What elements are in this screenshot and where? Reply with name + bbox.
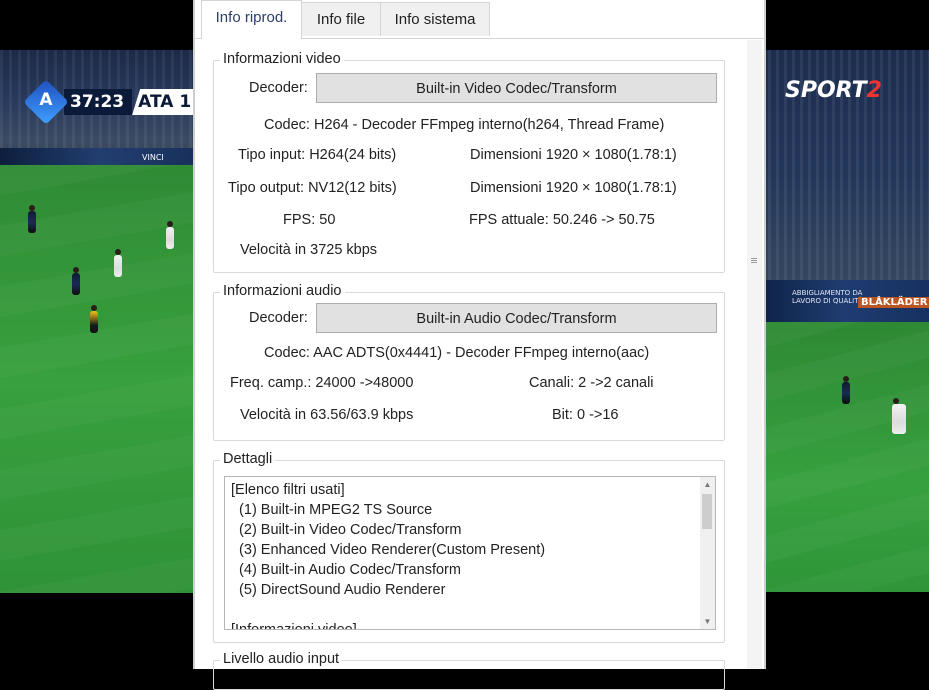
details-line: (2) Built-in Video Codec/Transform bbox=[231, 522, 462, 538]
tab-system-info[interactable]: Info sistema bbox=[380, 2, 490, 36]
details-line: [Informazioni video] bbox=[231, 622, 357, 630]
audio-bitrate: Velocità in 63.56/63.9 kbps bbox=[240, 407, 414, 423]
audio-sample-rate: Freq. camp.: 24000 ->48000 bbox=[230, 375, 414, 391]
tab-file-info[interactable]: Info file bbox=[301, 2, 381, 36]
letterbox-bottom-right bbox=[760, 592, 929, 669]
audio-level-title: Livello audio input bbox=[220, 651, 343, 667]
details-title: Dettagli bbox=[220, 451, 276, 467]
scroll-thumb[interactable] bbox=[702, 494, 712, 529]
photographer bbox=[892, 398, 906, 434]
team-score: ATA 1 bbox=[132, 89, 198, 115]
tab-playback-info[interactable]: Info riprod. bbox=[201, 0, 302, 39]
audio-level-group: Livello audio input bbox=[213, 651, 725, 690]
video-decoder-button[interactable]: Built-in Video Codec/Transform bbox=[316, 73, 717, 103]
video-decoder-label: Decoder: bbox=[249, 80, 308, 96]
letterbox-bottom-left bbox=[0, 593, 200, 669]
broadcaster-number: 2 bbox=[866, 78, 882, 103]
details-scrollbar[interactable]: ▲ ▼ bbox=[700, 477, 715, 629]
player bbox=[114, 249, 122, 277]
dialog-scrollbar[interactable] bbox=[747, 40, 762, 669]
details-line: (1) Built-in MPEG2 TS Source bbox=[231, 502, 433, 518]
video-input-type: Tipo input: H264(24 bits) bbox=[238, 147, 397, 163]
details-line: (3) Enhanced Video Renderer(Custom Prese… bbox=[231, 542, 546, 558]
scroll-up-icon[interactable]: ▲ bbox=[700, 477, 715, 492]
video-codec: Codec: H264 - Decoder FFmpeg interno(h26… bbox=[264, 117, 665, 133]
audio-decoder-button[interactable]: Built-in Audio Codec/Transform bbox=[316, 303, 717, 333]
pitch-right bbox=[760, 322, 929, 592]
details-line: [Elenco filtri usati] bbox=[231, 482, 345, 498]
player bbox=[72, 267, 80, 295]
video-fps: FPS: 50 bbox=[283, 212, 336, 228]
playback-info-dialog: Info riprod. Info file Info sistema Info… bbox=[193, 0, 766, 690]
video-bitrate: Velocità in 3725 kbps bbox=[240, 242, 378, 258]
match-clock: 37:23 bbox=[64, 89, 133, 115]
player bbox=[842, 376, 850, 404]
details-line: (4) Built-in Audio Codec/Transform bbox=[231, 562, 461, 578]
audio-codec: Codec: AAC ADTS(0x4441) - Decoder FFmpeg… bbox=[264, 345, 650, 361]
video-output-type: Tipo output: NV12(12 bits) bbox=[228, 180, 397, 196]
tab-bar: Info riprod. Info file Info sistema bbox=[195, 0, 764, 39]
audio-bits: Bit: 0 ->16 bbox=[552, 407, 619, 423]
details-group: Dettagli [Elenco filtri usati] (1) Built… bbox=[213, 451, 725, 643]
player bbox=[166, 221, 174, 249]
league-logo-letter: A bbox=[39, 90, 53, 110]
video-output-dimensions: Dimensioni 1920 × 1080(1.78:1) bbox=[470, 180, 677, 196]
adboard-left-text: VINCI bbox=[142, 153, 164, 162]
broadcaster-name: SPORT bbox=[785, 78, 867, 103]
pitch-left bbox=[0, 165, 200, 593]
details-line: (5) DirectSound Audio Renderer bbox=[231, 582, 446, 598]
video-info-group: Informazioni video Decoder: Built-in Vid… bbox=[213, 51, 725, 273]
audio-info-title: Informazioni audio bbox=[220, 283, 345, 299]
adboard-right-brand: BLÅKLÄDER bbox=[858, 297, 929, 308]
referee bbox=[90, 305, 98, 333]
player bbox=[28, 205, 36, 233]
scoreboard: A 37:23 ATA 1 bbox=[23, 79, 198, 125]
scroll-down-icon[interactable]: ▼ bbox=[700, 614, 715, 629]
broadcaster-logo: SPORT2 bbox=[785, 78, 882, 103]
audio-info-group: Informazioni audio Decoder: Built-in Aud… bbox=[213, 283, 725, 441]
audio-decoder-label: Decoder: bbox=[249, 310, 308, 326]
adboard-right: ABBIGLIAMENTO DA LAVORO DI QUALITÀ BLÅKL… bbox=[760, 280, 929, 322]
league-logo: A bbox=[23, 79, 69, 125]
audio-channels: Canali: 2 ->2 canali bbox=[529, 375, 654, 391]
details-textarea[interactable]: [Elenco filtri usati] (1) Built-in MPEG2… bbox=[224, 476, 716, 630]
video-fps-actual: FPS attuale: 50.246 -> 50.75 bbox=[469, 212, 655, 228]
video-info-title: Informazioni video bbox=[220, 51, 344, 67]
video-input-dimensions: Dimensioni 1920 × 1080(1.78:1) bbox=[470, 147, 677, 163]
adboard-right-small-text: ABBIGLIAMENTO DA LAVORO DI QUALITÀ bbox=[792, 289, 863, 305]
